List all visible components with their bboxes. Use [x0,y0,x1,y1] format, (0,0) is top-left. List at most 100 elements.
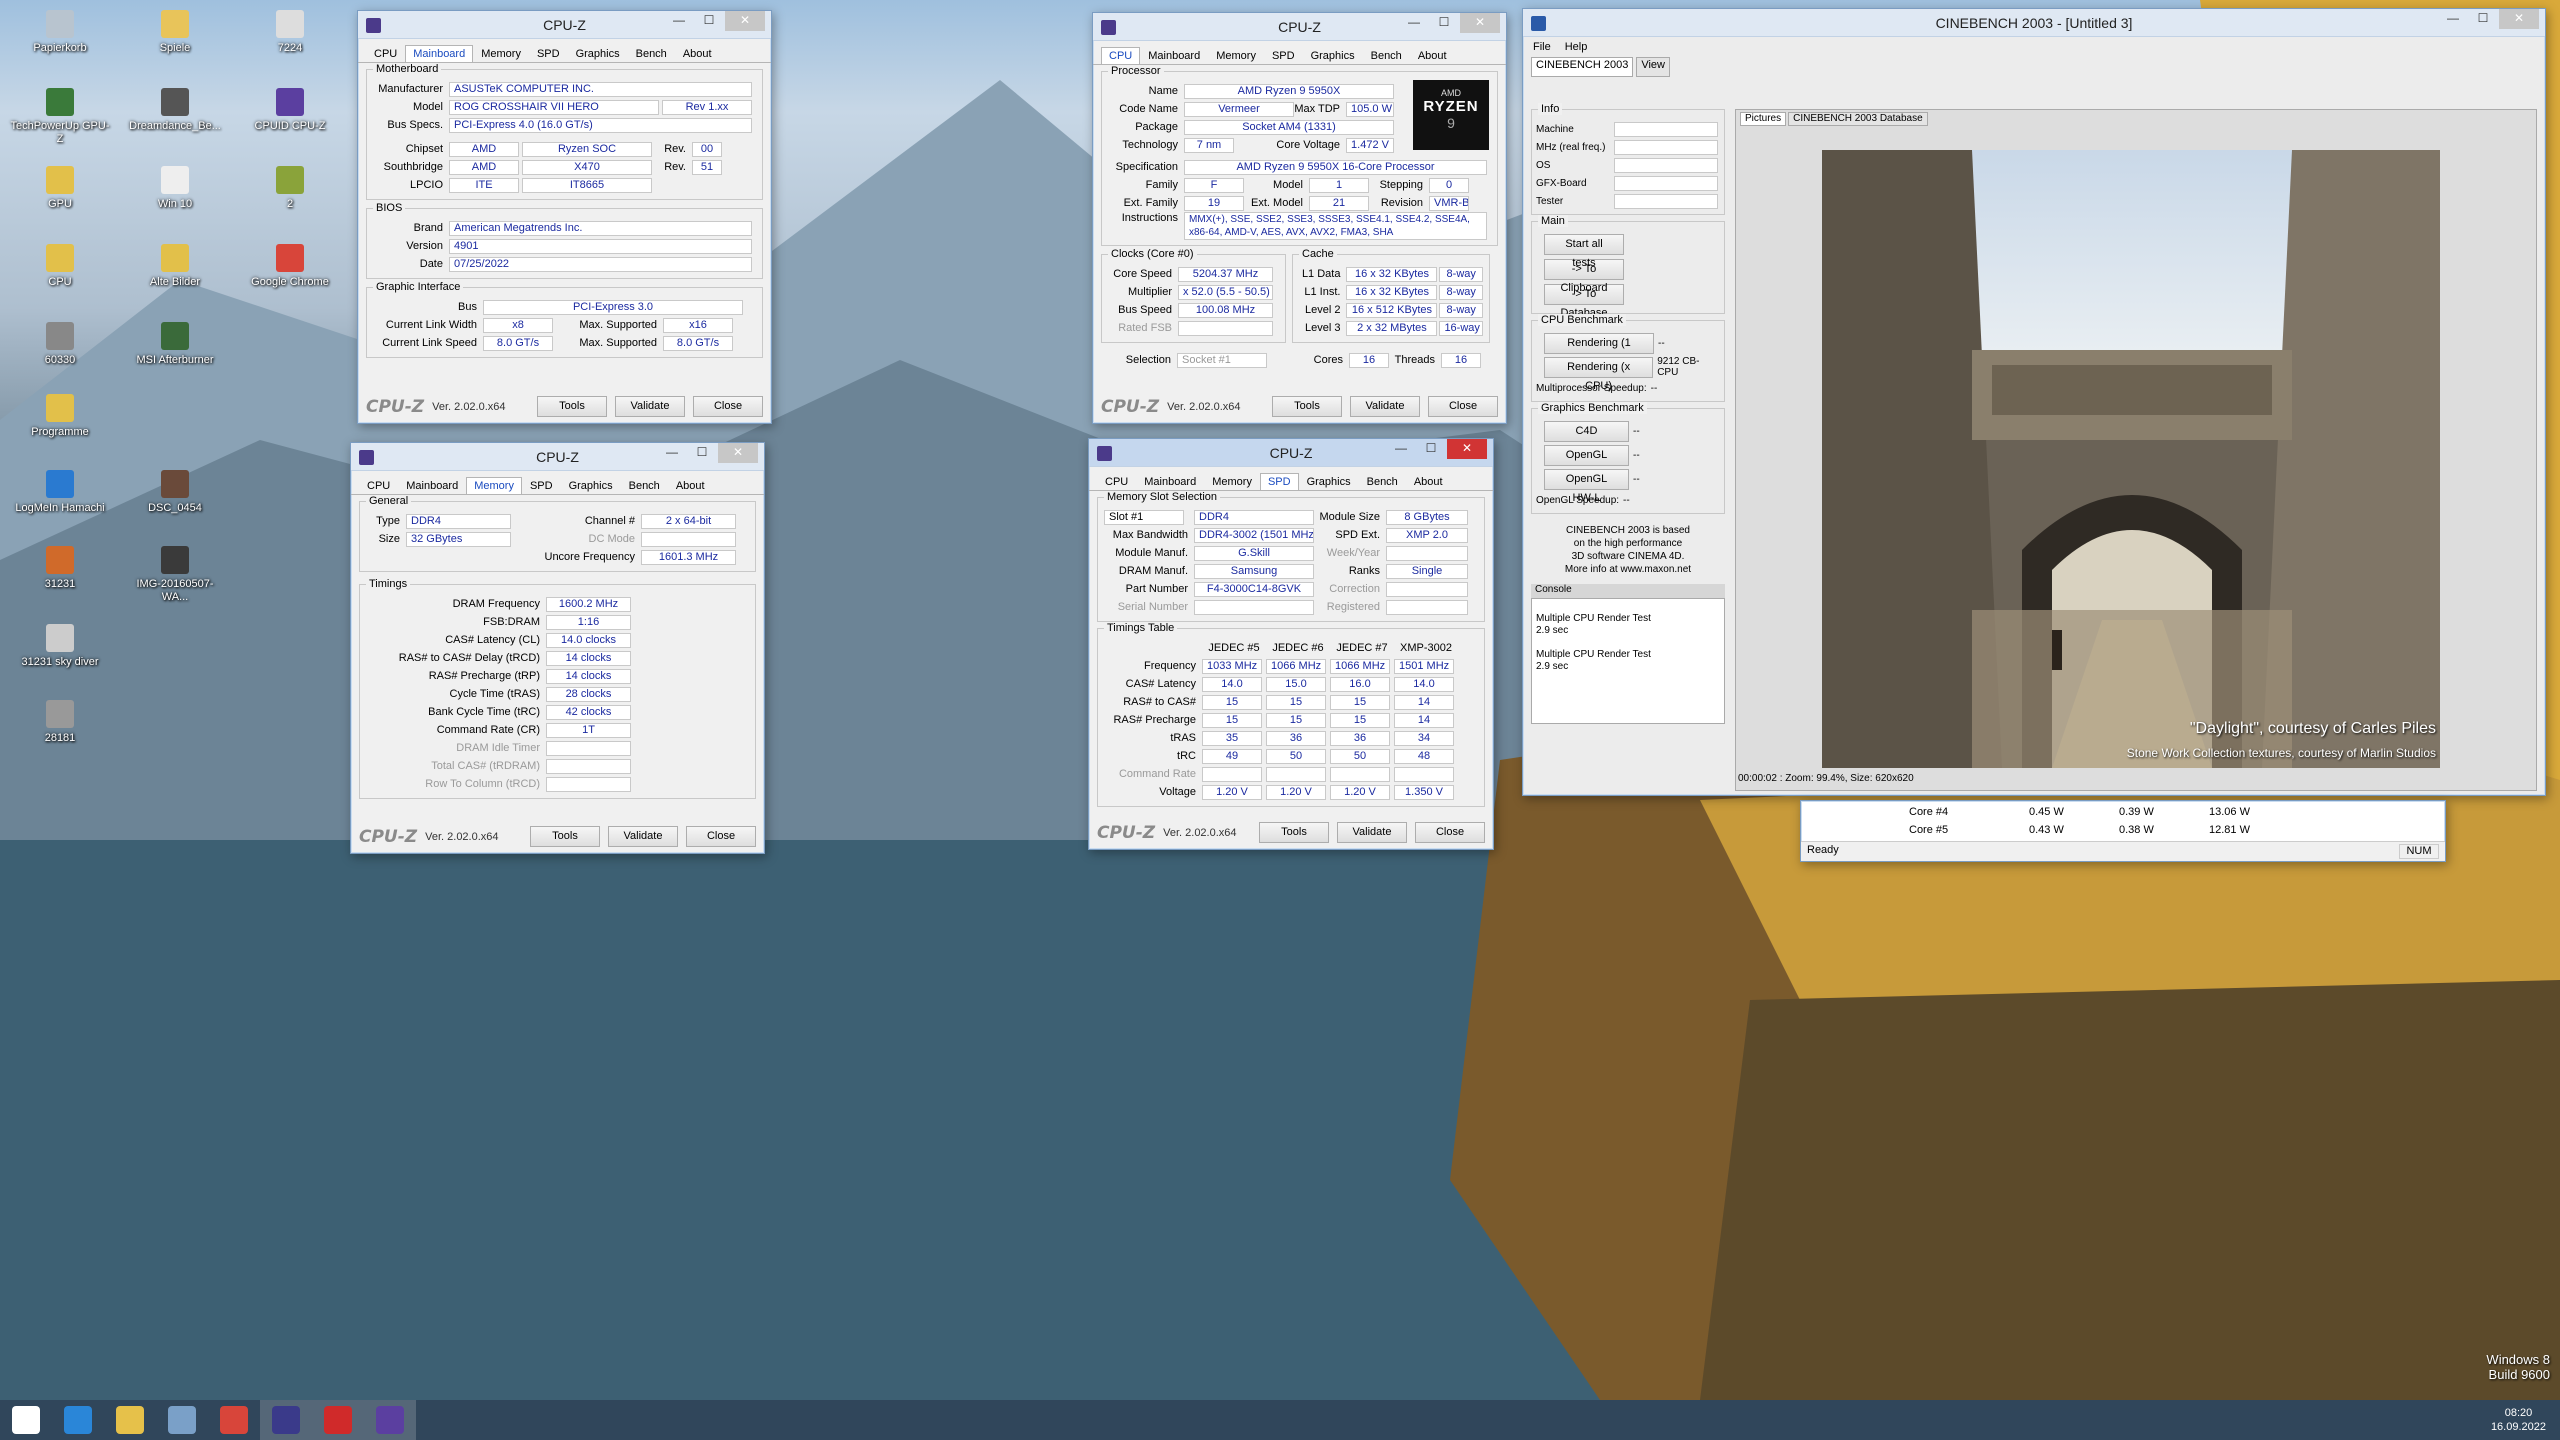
desktop-icon[interactable]: CPUID CPU-Z [240,88,340,133]
tab-about[interactable]: About [668,477,713,494]
close-button[interactable]: ✕ [718,443,758,463]
tab-bench[interactable]: Bench [1363,47,1410,64]
taskbar-start-button[interactable] [0,1400,52,1440]
close-footer-button[interactable]: Close [1428,396,1498,417]
close-footer-button[interactable]: Close [686,826,756,847]
close-footer-button[interactable]: Close [693,396,763,417]
tab-graphics[interactable]: Graphics [561,477,621,494]
start-all-tests-button[interactable]: Start all tests [1544,234,1624,269]
desktop-icon[interactable]: CPU [10,244,110,289]
tools-button[interactable]: Tools [537,396,607,417]
close-button[interactable]: ✕ [1460,13,1500,33]
tab-spd[interactable]: SPD [522,477,561,494]
close-button[interactable]: ✕ [2499,9,2539,29]
desktop-icon[interactable]: GPU [10,166,110,211]
tab-spd[interactable]: SPD [529,45,568,62]
desktop-icon[interactable]: Spiele [125,10,225,55]
tab-mainboard[interactable]: Mainboard [1140,47,1208,64]
menu-help[interactable]: Help [1565,41,1588,53]
tab-bench[interactable]: Bench [621,477,668,494]
cinebench-tab[interactable]: View [1636,57,1670,77]
desktop-icon[interactable]: 60330 [10,322,110,367]
tab-cpu[interactable]: CPU [359,477,398,494]
tab-mainboard[interactable]: Mainboard [398,477,466,494]
info-field[interactable] [1614,175,1718,191]
desktop-icon[interactable]: IMG-20160507-WA... [125,546,225,604]
validate-button[interactable]: Validate [608,826,678,847]
to-database-button[interactable]: -> To Database [1544,284,1624,319]
tab-bench[interactable]: Bench [1359,473,1406,490]
cinebench-tab[interactable]: CINEBENCH 2003 [1531,57,1634,77]
console-output[interactable]: Multiple CPU Render Test 2.9 sec Multiple … [1531,598,1725,724]
tab-memory[interactable]: Memory [473,45,529,62]
title-bar[interactable]: CPU-Z — ☐ ✕ [358,11,771,39]
desktop-icon[interactable]: Dreamdance_Be... [125,88,225,133]
desktop-icon[interactable]: Papierkorb [10,10,110,55]
validate-button[interactable]: Validate [615,396,685,417]
maximize-button[interactable]: ☐ [1430,13,1458,33]
tab-cpu[interactable]: CPU [366,45,405,62]
taskbar-generic-button[interactable] [156,1400,208,1440]
opengl-sw-button[interactable]: OpenGL SW-L [1544,444,1629,480]
desktop-icon[interactable]: 31231 [10,546,110,591]
system-clock[interactable]: 08:20 16.09.2022 [2491,1406,2560,1434]
tab-graphics[interactable]: Graphics [1303,47,1363,64]
taskbar-afterburner-button[interactable] [312,1400,364,1440]
maximize-button[interactable]: ☐ [1417,439,1445,459]
minimize-button[interactable]: — [1387,439,1415,459]
desktop-icon[interactable]: 28181 [10,700,110,745]
desktop-icon[interactable]: 31231 sky diver [10,624,110,669]
tab-spd[interactable]: SPD [1259,473,1299,490]
minimize-button[interactable]: — [2439,9,2467,29]
desktop-icon[interactable]: MSI Afterburner [125,322,225,367]
desktop-icon[interactable]: Programme [10,394,110,439]
title-bar[interactable]: CPU-Z — ☐ ✕ [1089,439,1493,467]
desktop-icon[interactable]: Google Chrome [240,244,340,289]
maximize-button[interactable]: ☐ [695,11,723,31]
tools-button[interactable]: Tools [1272,396,1342,417]
taskbar-ie-button[interactable] [52,1400,104,1440]
picture-tab[interactable]: CINEBENCH 2003 Database [1788,112,1928,126]
desktop-icon[interactable]: 2 [240,166,340,211]
validate-button[interactable]: Validate [1337,822,1407,843]
tab-cpu[interactable]: CPU [1097,473,1136,490]
tab-about[interactable]: About [675,45,720,62]
tools-button[interactable]: Tools [1259,822,1329,843]
taskbar-chrome-button[interactable] [208,1400,260,1440]
socket-select[interactable]: Socket #1 [1177,352,1267,368]
menu-file[interactable]: File [1533,41,1551,53]
tab-memory[interactable]: Memory [1204,473,1260,490]
taskbar-cpuz-multi-button[interactable] [364,1400,416,1440]
opengl-hw-button[interactable]: OpenGL HW-L [1544,468,1629,504]
desktop-icon[interactable]: LogMeIn Hamachi [10,470,110,515]
desktop-icon[interactable]: Alte Bilder [125,244,225,289]
rendering-1cpu-button[interactable]: Rendering (1 CPU) [1544,332,1654,368]
minimize-button[interactable]: — [1400,13,1428,33]
info-field[interactable] [1614,139,1718,155]
close-button[interactable]: ✕ [1447,439,1487,459]
tab-memory[interactable]: Memory [1208,47,1264,64]
to-clipboard-button[interactable]: -> To Clipboard [1544,259,1624,294]
tab-mainboard[interactable]: Mainboard [405,45,474,62]
desktop-icon[interactable]: Win 10 [125,166,225,211]
minimize-button[interactable]: — [665,11,693,31]
title-bar[interactable]: CPU-Z — ☐ ✕ [351,443,764,471]
tab-about[interactable]: About [1410,47,1455,64]
maximize-button[interactable]: ☐ [688,443,716,463]
tab-bench[interactable]: Bench [628,45,675,62]
taskbar-cpuz-button[interactable] [260,1400,312,1440]
desktop-icon[interactable]: 7224 [240,10,340,55]
close-button[interactable]: ✕ [725,11,765,31]
info-field[interactable] [1614,121,1718,137]
title-bar[interactable]: CPU-Z — ☐ ✕ [1093,13,1506,41]
desktop-icon[interactable]: TechPowerUp GPU-Z [10,88,110,146]
info-field[interactable] [1614,157,1718,173]
info-field[interactable] [1614,193,1718,209]
validate-button[interactable]: Validate [1350,396,1420,417]
picture-tab[interactable]: Pictures [1740,112,1787,126]
tab-graphics[interactable]: Graphics [568,45,628,62]
tab-about[interactable]: About [1406,473,1451,490]
rendering-xcpu-button[interactable]: Rendering (x CPU) [1544,356,1654,392]
tools-button[interactable]: Tools [530,826,600,847]
tab-spd[interactable]: SPD [1264,47,1303,64]
